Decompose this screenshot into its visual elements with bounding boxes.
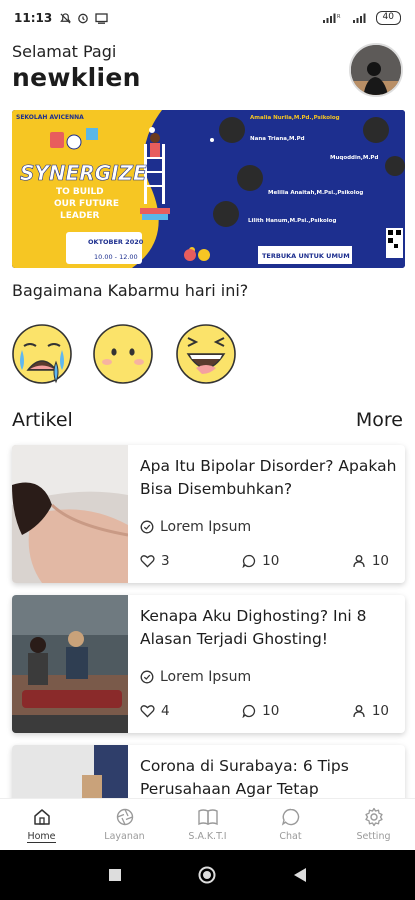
- mood-happy-button[interactable]: [174, 322, 238, 386]
- status-icons: [60, 12, 108, 24]
- article-title: Kenapa Aku Dighosting? Ini 8 Alasan Terj…: [140, 607, 367, 648]
- likes-count: 3: [161, 553, 170, 569]
- avatar-image: [351, 45, 401, 95]
- greeting-text: Selamat Pagi: [12, 42, 117, 61]
- banner-open: TERBUKA UNTUK UMUM: [262, 252, 350, 260]
- promo-banner[interactable]: SEKOLAH AVICENNA SYNERGIZE TO BUILD OUR …: [12, 110, 405, 268]
- home-icon: [33, 808, 50, 825]
- nav-sakti-label: S.A.K.T.I: [188, 831, 227, 842]
- views-count: 10: [371, 703, 389, 719]
- banner-subtitle-1: TO BUILD: [56, 187, 104, 197]
- comments-stat[interactable]: 10: [242, 703, 279, 719]
- comments-count: 10: [262, 553, 280, 569]
- banner-subtitle-2: OUR FUTURE: [54, 199, 119, 209]
- nav-home-label: Home: [27, 830, 56, 843]
- likes-count: 4: [161, 703, 170, 719]
- heart-icon: [140, 555, 155, 568]
- banner-speaker-3: Muqoddin,M.Pd: [330, 155, 378, 161]
- views-count: 10: [371, 553, 389, 569]
- heart-icon: [140, 705, 155, 718]
- banner-speaker-5: Lilith Hanum,M.Psi.,Psikolog: [248, 218, 336, 224]
- comments-stat[interactable]: 10: [242, 553, 279, 569]
- alarm-icon: [78, 13, 89, 24]
- nav-layanan-label: Layanan: [104, 831, 145, 842]
- articles-header: Artikel More: [12, 409, 403, 431]
- comment-icon: [242, 704, 256, 718]
- article-author: Lorem Ipsum: [140, 669, 251, 685]
- neutral-face-icon: [93, 324, 153, 384]
- check-circle-icon: [140, 670, 154, 684]
- gear-icon: [364, 807, 383, 827]
- nav-chat[interactable]: Chat: [249, 799, 332, 850]
- article-author-name: Lorem Ipsum: [160, 519, 252, 535]
- article-title: Apa Itu Bipolar Disorder? Apakah Bisa Di…: [140, 457, 397, 498]
- article-thumbnail: [12, 745, 128, 805]
- battery-indicator: 40: [375, 11, 401, 25]
- crying-face-icon: [12, 324, 72, 384]
- article-thumbnail: [12, 595, 128, 733]
- book-icon: [197, 809, 218, 826]
- comments-count: 10: [262, 703, 280, 719]
- user-icon: [353, 555, 365, 568]
- article-card[interactable]: Apa Itu Bipolar Disorder? Apakah Bisa Di…: [12, 445, 405, 583]
- happy-face-icon: [176, 324, 236, 384]
- nav-sakti[interactable]: S.A.K.T.I: [166, 799, 249, 850]
- banner-subtitle-3: LEADER: [60, 211, 99, 221]
- username: newklien: [12, 63, 141, 92]
- back-icon[interactable]: [293, 867, 307, 883]
- chat-icon: [281, 808, 299, 826]
- nav-layanan[interactable]: Layanan: [83, 799, 166, 850]
- comment-icon: [242, 554, 256, 568]
- mood-sad-button[interactable]: [10, 322, 74, 386]
- article-card[interactable]: Corona di Surabaya: 6 Tips Perusahaan Ag…: [12, 745, 405, 805]
- banner-title: SYNERGIZE: [20, 161, 147, 185]
- status-right: R 40: [322, 11, 401, 25]
- status-time: 11:13: [14, 11, 53, 25]
- banner-school: SEKOLAH AVICENNA: [16, 114, 84, 121]
- article-thumbnail: [12, 445, 128, 583]
- article-stats: 4 10 10: [140, 703, 389, 719]
- nav-setting-label: Setting: [356, 831, 391, 842]
- banner-speaker-1: Amalia Nurila,M.Pd.,Psikolog: [250, 115, 340, 121]
- more-link[interactable]: More: [356, 409, 403, 431]
- dnd-icon: [60, 12, 72, 24]
- status-bar: 11:13 R 40: [0, 0, 415, 36]
- articles-heading: Artikel: [12, 409, 73, 431]
- nav-home[interactable]: Home: [0, 799, 83, 850]
- article-card[interactable]: Kenapa Aku Dighosting? Ini 8 Alasan Terj…: [12, 595, 405, 733]
- views-stat: 10: [352, 703, 389, 719]
- aperture-icon: [116, 808, 133, 826]
- signal-icon: R: [322, 13, 341, 23]
- article-author: Lorem Ipsum: [140, 519, 251, 535]
- avatar[interactable]: [349, 43, 403, 97]
- check-circle-icon: [140, 520, 154, 534]
- banner-date: OKTOBER 2020: [88, 238, 144, 246]
- article-title: Corona di Surabaya: 6 Tips Perusahaan Ag…: [140, 757, 349, 798]
- article-stats: 3 10 10: [140, 553, 389, 569]
- svg-text:R: R: [337, 14, 341, 20]
- article-author-name: Lorem Ipsum: [160, 669, 252, 685]
- home-system-icon[interactable]: [198, 866, 216, 884]
- screen-icon: [95, 12, 108, 24]
- likes-stat[interactable]: 4: [140, 703, 170, 719]
- banner-artwork: SEKOLAH AVICENNA SYNERGIZE TO BUILD OUR …: [12, 110, 405, 268]
- banner-time: 10.00 - 12.00: [94, 253, 138, 261]
- user-icon: [353, 705, 365, 718]
- views-stat: 10: [352, 553, 389, 569]
- mood-question: Bagaimana Kabarmu hari ini?: [12, 281, 249, 300]
- likes-stat[interactable]: 3: [140, 553, 170, 569]
- signal-icon-2: [352, 13, 366, 23]
- banner-speaker-2: Nana Triana,M.Pd: [250, 136, 305, 142]
- nav-chat-label: Chat: [279, 831, 302, 842]
- greeting: Selamat Pagi newklien: [12, 42, 141, 92]
- nav-setting[interactable]: Setting: [332, 799, 415, 850]
- banner-speaker-4: Melilia Anaitah,M.Psi.,Psikolog: [268, 190, 363, 196]
- system-nav-bar: [0, 850, 415, 900]
- bottom-nav: Home Layanan S.A.K.T.I Chat Setting: [0, 798, 415, 850]
- recents-icon[interactable]: [108, 868, 122, 882]
- mood-neutral-button[interactable]: [91, 322, 155, 386]
